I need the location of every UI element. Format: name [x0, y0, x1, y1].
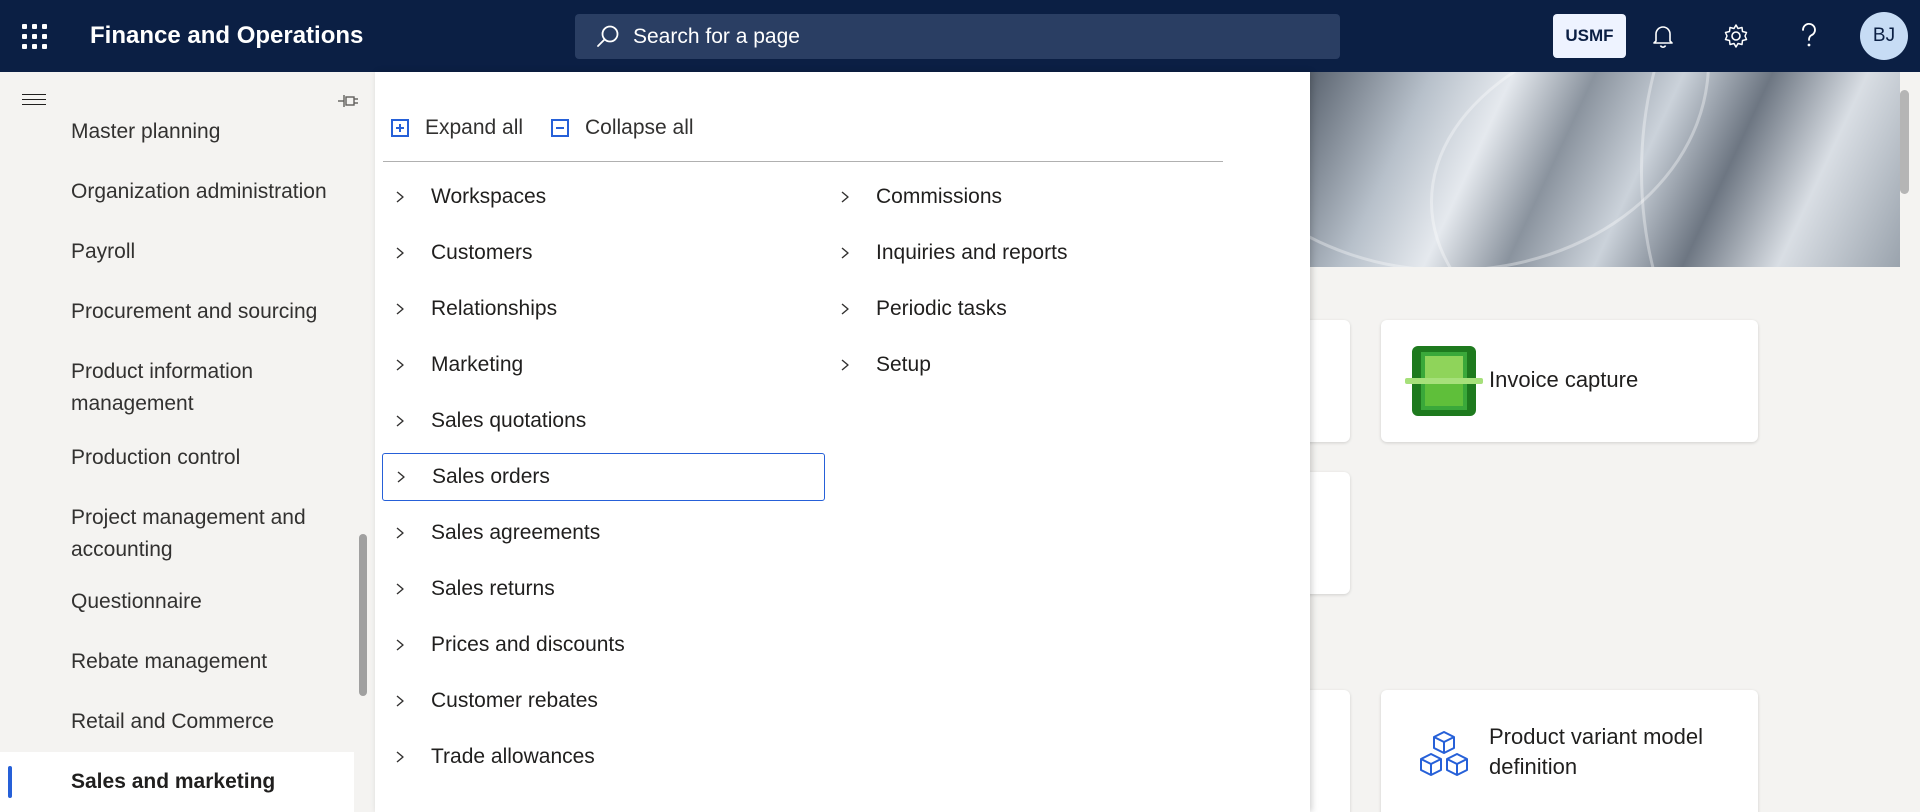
- invoice-capture-label: Invoice capture: [1489, 367, 1639, 392]
- bell-icon[interactable]: [1645, 18, 1681, 54]
- chevron-right-icon: [397, 471, 405, 483]
- nav-item-procurement-and-sourcing[interactable]: Procurement and sourcing: [71, 296, 351, 328]
- flyout-group-label: Prices and discounts: [431, 633, 625, 656]
- help-icon[interactable]: [1791, 18, 1827, 54]
- product-variant-tile[interactable]: Product variant model definition: [1381, 690, 1758, 812]
- flyout-group-customers[interactable]: Customers: [382, 229, 825, 277]
- search-input[interactable]: Search for a page: [575, 14, 1340, 59]
- chevron-right-icon: [396, 583, 404, 595]
- chevron-right-icon: [841, 303, 849, 315]
- flyout-group-trade-allowances[interactable]: Trade allowances: [382, 733, 825, 781]
- flyout-group-label: Workspaces: [431, 185, 547, 208]
- flyout-group-label: Setup: [876, 353, 931, 376]
- chevron-right-icon: [396, 695, 404, 707]
- hamburger-menu-icon[interactable]: [22, 94, 46, 108]
- flyout-group-label: Marketing: [431, 353, 524, 376]
- nav-scrollbar[interactable]: [359, 534, 367, 696]
- pin-icon[interactable]: [336, 90, 360, 114]
- nav-item-master-planning[interactable]: Master planning: [71, 116, 351, 148]
- flyout-group-sales-agreements[interactable]: Sales agreements: [382, 509, 825, 557]
- collapse-icon: [551, 119, 569, 137]
- flyout-group-sales-returns[interactable]: Sales returns: [382, 565, 825, 613]
- flyout-group-label: Inquiries and reports: [876, 241, 1068, 264]
- collapse-all-button[interactable]: Collapse all: [551, 112, 694, 144]
- flyout-group-label: Trade allowances: [431, 745, 595, 768]
- chevron-right-icon: [841, 359, 849, 371]
- nav-item-sales-and-marketing[interactable]: Sales and marketing: [71, 766, 351, 798]
- flyout-group-label: Sales returns: [431, 577, 555, 600]
- flyout-group-workspaces[interactable]: Workspaces: [382, 173, 825, 221]
- flyout-group-prices-and-discounts[interactable]: Prices and discounts: [382, 621, 825, 669]
- nav-item-product-information-management[interactable]: Product information management: [71, 356, 351, 420]
- nav-item-retail-and-commerce[interactable]: Retail and Commerce: [71, 706, 351, 738]
- chevron-right-icon: [396, 751, 404, 763]
- flyout-group-commissions[interactable]: Commissions: [827, 173, 1247, 221]
- flyout-group-label: Relationships: [431, 297, 558, 320]
- avatar[interactable]: BJ: [1860, 12, 1908, 60]
- flyout-group-label: Sales agreements: [431, 521, 601, 544]
- flyout-group-inquiries-and-reports[interactable]: Inquiries and reports: [827, 229, 1247, 277]
- invoice-capture-icon: [1405, 346, 1483, 416]
- flyout-group-customer-rebates[interactable]: Customer rebates: [382, 677, 825, 725]
- flyout-group-label: Sales quotations: [431, 409, 587, 432]
- flyout-group-label: Periodic tasks: [876, 297, 1007, 320]
- flyout-group-marketing[interactable]: Marketing: [382, 341, 825, 389]
- expand-all-button[interactable]: Expand all: [391, 112, 523, 144]
- app-launcher-icon[interactable]: [22, 24, 49, 49]
- module-flyout: Expand all Collapse all Workspaces Custom…: [375, 72, 1310, 812]
- navigation-pane: Master planning Organization administrat…: [0, 72, 375, 812]
- expand-icon: [391, 119, 409, 137]
- expand-all-label: Expand all: [425, 116, 524, 139]
- flyout-group-label: Customers: [431, 241, 533, 264]
- cubes-icon: [1420, 731, 1468, 776]
- flyout-group-sales-quotations[interactable]: Sales quotations: [382, 397, 825, 445]
- nav-item-payroll[interactable]: Payroll: [71, 236, 351, 268]
- product-variant-label: Product variant model definition: [1489, 724, 1703, 779]
- nav-item-production-control[interactable]: Production control: [71, 442, 351, 474]
- nav-item-questionnaire[interactable]: Questionnaire: [71, 586, 351, 618]
- flyout-group-sales-orders[interactable]: Sales orders: [382, 453, 825, 501]
- chevron-right-icon: [396, 527, 404, 539]
- flyout-group-setup[interactable]: Setup: [827, 341, 1247, 389]
- search-icon: [597, 25, 619, 47]
- app-title: Finance and Operations: [90, 22, 364, 49]
- chevron-right-icon: [396, 415, 404, 427]
- flyout-group-label: Commissions: [876, 185, 1003, 208]
- chevron-right-icon: [841, 247, 849, 259]
- nav-item-sales-and-marketing-active[interactable]: Sales and marketing: [0, 752, 354, 812]
- collapse-all-label: Collapse all: [585, 116, 694, 139]
- chevron-right-icon: [841, 191, 849, 203]
- nav-item-rebate-management[interactable]: Rebate management: [71, 646, 351, 678]
- active-indicator: [8, 766, 12, 798]
- flyout-group-label: Sales orders: [432, 465, 550, 488]
- hero-image: [1310, 72, 1900, 267]
- page-scrollbar[interactable]: [1900, 90, 1909, 194]
- chevron-right-icon: [396, 247, 404, 259]
- flyout-group-relationships[interactable]: Relationships: [382, 285, 825, 333]
- chevron-right-icon: [396, 359, 404, 371]
- company-selector-button[interactable]: USMF: [1553, 14, 1626, 58]
- nav-item-project-management-and-accounting[interactable]: Project management and accounting: [71, 502, 351, 566]
- chevron-right-icon: [396, 303, 404, 315]
- chevron-right-icon: [396, 191, 404, 203]
- nav-item-organization-administration[interactable]: Organization administration: [71, 176, 351, 208]
- gear-icon[interactable]: [1718, 18, 1754, 54]
- invoice-capture-tile[interactable]: Invoice capture: [1381, 320, 1758, 442]
- flyout-group-label: Customer rebates: [431, 689, 598, 712]
- search-placeholder: Search for a page: [633, 24, 800, 48]
- divider: [383, 161, 1223, 162]
- top-bar: Finance and Operations Search for a page…: [0, 0, 1920, 72]
- flyout-group-periodic-tasks[interactable]: Periodic tasks: [827, 285, 1247, 333]
- chevron-right-icon: [396, 639, 404, 651]
